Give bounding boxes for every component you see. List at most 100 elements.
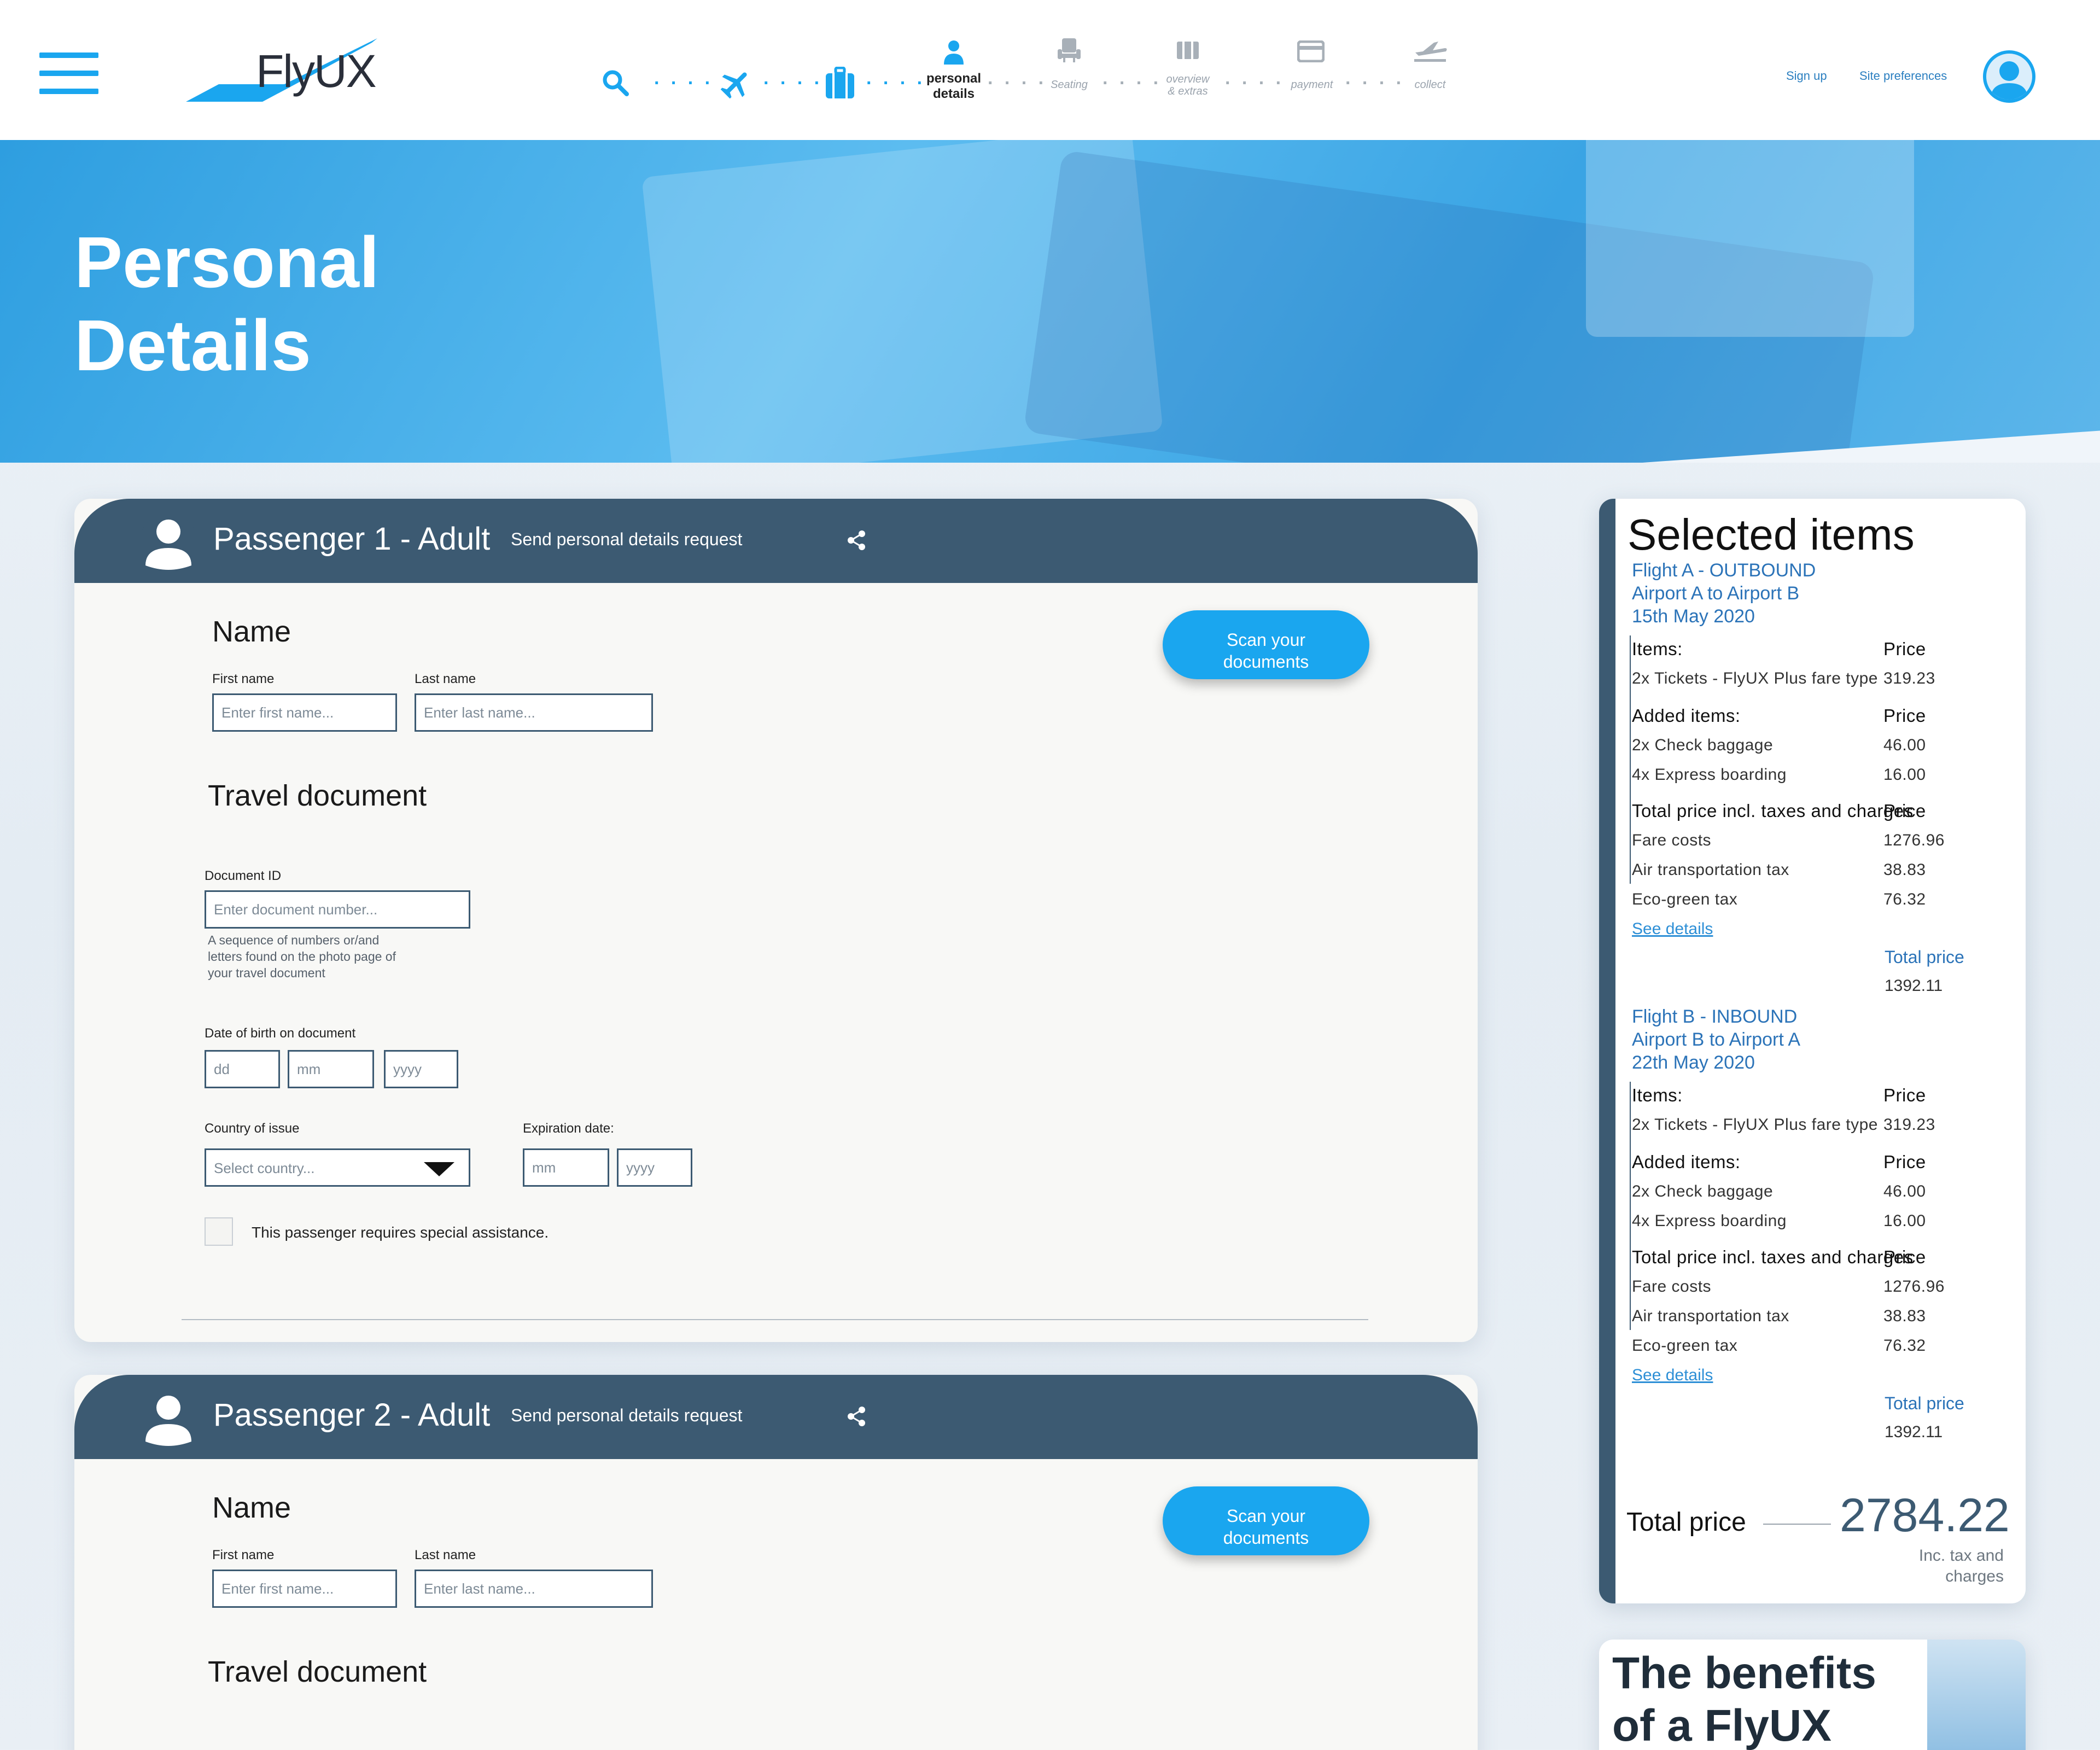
selected-items-panel: Selected items Flight A - OUTBOUND Airpo… [1599,499,2026,1603]
expiry-year-input[interactable] [617,1148,692,1187]
line-item-price: 38.83 [1883,1307,1926,1325]
step-label-personal-details: personal [926,71,982,86]
name-section-title: Name [212,1491,291,1524]
departure-icon[interactable] [1412,36,1448,63]
person-icon[interactable] [942,39,966,66]
line-item-name: 4x Express boarding [1632,1212,1787,1230]
card-divider [182,1319,1368,1320]
hamburger-menu-icon[interactable] [39,52,98,94]
line-item-row: 2x Tickets - FlyUX Plus fare type 319.23 [1632,669,2015,691]
step-connector-dots: . . . . [654,68,714,89]
section-rule [1630,635,1631,884]
seat-icon[interactable] [1055,37,1083,63]
grand-total-note: Inc. tax and charges [1872,1545,2004,1587]
expiration-date-label: Expiration date: [523,1121,614,1136]
dob-day-input[interactable] [205,1050,280,1088]
line-item-name: 2x Tickets - FlyUX Plus fare type [1632,669,1878,687]
top-header: FlyUX . . . . . . . . . . . . personal d… [0,0,2100,140]
first-name-label: First name [212,1548,275,1562]
logo-text: FlyUX [256,45,377,97]
expiry-month-input[interactable] [523,1148,609,1187]
benefits-title-line2: of a FlyUX [1612,1701,1831,1750]
send-personal-details-request-link[interactable]: Send personal details request [511,529,742,550]
items-label: Items: [1632,639,1683,659]
passenger-title: Passenger 1 - Adult [213,521,491,557]
first-name-input[interactable] [212,1570,397,1608]
share-icon[interactable] [845,529,867,551]
price-label: Price [1883,1247,1926,1267]
flight-total-value: 1392.11 [1885,1423,1943,1441]
line-item-price: 319.23 [1883,1116,1935,1134]
line-item-price: 16.00 [1883,766,1926,784]
line-item-name: 4x Express boarding [1632,766,1787,784]
page-title: Personal Details [74,221,380,387]
line-item-row: Fare costs 1276.96 [1632,831,2015,853]
card-icon[interactable] [1297,40,1325,62]
send-personal-details-request-link[interactable]: Send personal details request [511,1405,742,1426]
scan-button-line2: documents [1223,1528,1309,1548]
line-item-price: 76.32 [1883,1337,1926,1355]
dob-month-input[interactable] [288,1050,374,1088]
line-item-price: 1276.96 [1883,1278,1945,1296]
total-incl-header-row: Total price incl. taxes and charges Price [1632,801,2015,822]
scan-documents-button[interactable]: Scan your documents [1163,610,1369,679]
scan-documents-button[interactable]: Scan your documents [1163,1486,1369,1555]
page-title-line2: Details [74,305,311,386]
site-preferences-link[interactable]: Site preferences [1859,69,1947,83]
helper-line: your travel document [208,966,325,980]
price-label: Price [1883,801,1926,821]
flight-heading: Flight A - OUTBOUND Airport A to Airport… [1632,559,1816,628]
price-label: Price [1883,1085,1926,1105]
last-name-input[interactable] [415,693,653,732]
benefits-title: The benefits of a FlyUX [1612,1647,1876,1750]
flyux-logo[interactable]: FlyUX [186,34,383,106]
first-name-input[interactable] [212,693,397,732]
luggage-icon[interactable] [824,67,856,100]
sign-up-link[interactable]: Sign up [1786,69,1827,83]
step-label-overview: overview [1166,73,1210,85]
line-item-row: Eco-green tax 76.32 [1632,890,2015,912]
line-item-name: Fare costs [1632,1278,1712,1296]
last-name-input[interactable] [415,1570,653,1608]
user-avatar-icon[interactable] [1983,50,2035,103]
see-details-link[interactable]: See details [1632,920,1713,938]
line-item-name: Fare costs [1632,831,1712,849]
line-item-row: Eco-green tax 76.32 [1632,1337,2015,1358]
items-header-row: Items: Price [1632,639,2015,661]
hero-banner: Personal Details [0,140,2100,463]
benefits-card[interactable]: The benefits of a FlyUX [1599,1640,2026,1750]
dob-label: Date of birth on document [205,1026,356,1041]
line-item-row: 4x Express boarding 16.00 [1632,766,2015,788]
step-label-personal-details-2: details [932,86,975,101]
see-details-link[interactable]: See details [1632,1366,1713,1385]
country-select-value: Select country... [214,1160,315,1176]
price-label: Price [1883,639,1926,659]
grand-total-rule [1763,1524,1831,1525]
search-icon[interactable] [602,69,630,97]
country-select[interactable]: Select country... [205,1148,470,1187]
extras-icon[interactable] [1176,40,1200,60]
special-assistance-checkbox[interactable] [205,1217,233,1246]
added-items-label: Added items: [1632,1152,1741,1172]
flight-heading: Flight B - INBOUND Airport B to Airport … [1632,1005,1800,1074]
document-id-input[interactable] [205,890,470,929]
items-header-row: Items: Price [1632,1085,2015,1107]
helper-line: A sequence of numbers or/and [208,933,380,947]
flight-name: Flight A - OUTBOUND [1632,560,1816,581]
line-item-name: Eco-green tax [1632,890,1738,908]
step-connector-dots: . . . . [988,68,1047,89]
plane-icon[interactable] [720,67,752,100]
flight-date: 22th May 2020 [1632,1052,1755,1073]
share-icon[interactable] [845,1405,867,1427]
document-id-label: Document ID [205,868,282,883]
line-item-price: 38.83 [1883,861,1926,879]
dob-year-input[interactable] [384,1050,458,1088]
step-connector-dots: . . . . [1102,68,1162,89]
line-item-row: 4x Express boarding 16.00 [1632,1212,2015,1234]
selected-items-title: Selected items [1628,510,1915,559]
line-item-name: 2x Check baggage [1632,736,1774,754]
line-item-row: 2x Check baggage 46.00 [1632,736,2015,758]
line-item-row: 2x Check baggage 46.00 [1632,1182,2015,1204]
passenger-card: Passenger 2 - Adult Send personal detail… [74,1375,1478,1750]
benefits-title-line1: The benefits [1612,1648,1876,1698]
